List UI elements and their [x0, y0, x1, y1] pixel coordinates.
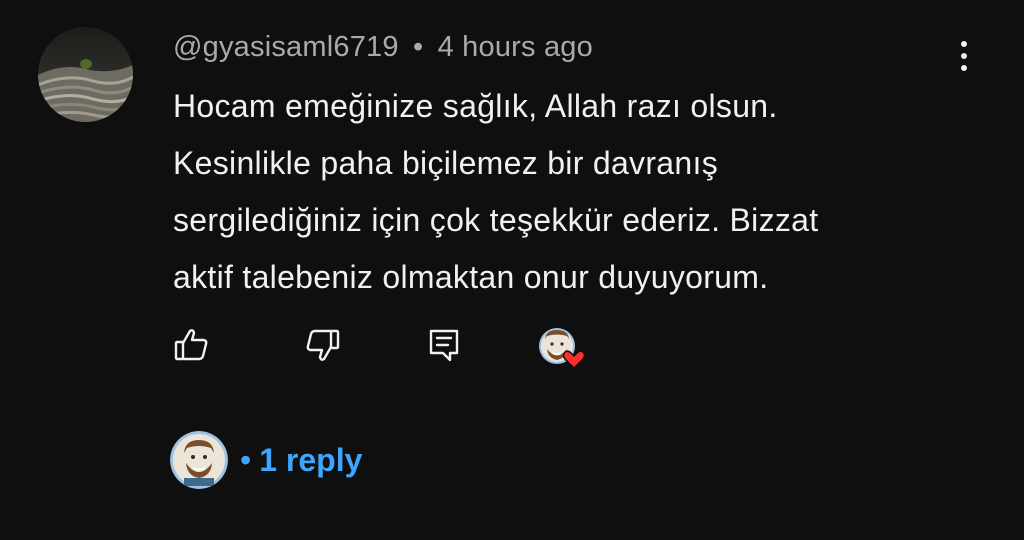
- like-button[interactable]: [172, 325, 212, 365]
- comment-line: sergilediğiniz için çok teşekkür ederiz.…: [173, 202, 819, 238]
- more-options-button[interactable]: [944, 36, 984, 76]
- vertical-dots-icon: [961, 41, 967, 71]
- reply-button[interactable]: [424, 325, 464, 365]
- comment-timestamp[interactable]: 4 hours ago: [438, 31, 593, 63]
- replies-label: 1 reply: [259, 441, 363, 478]
- comment-text: Hocam emeğinize sağlık, Allah razı olsun…: [173, 78, 973, 306]
- author-avatar-image: [38, 27, 133, 122]
- comment-line: Kesinlikle paha biçilemez bir davranış: [173, 145, 718, 181]
- replies-dot: •: [240, 441, 252, 478]
- comment-line: aktif talebeniz olmaktan onur duyuyorum.: [173, 259, 769, 295]
- author-handle[interactable]: @gyasisaml6719: [173, 31, 399, 63]
- replies-count[interactable]: • 1 reply: [240, 442, 362, 479]
- author-avatar[interactable]: [38, 27, 133, 122]
- comment-meta: @gyasisaml6719 • 4 hours ago: [173, 31, 593, 64]
- thumbs-down-icon: [306, 329, 340, 361]
- reply-author-avatar: [170, 431, 228, 489]
- reply-avatar-image: [170, 431, 228, 489]
- creator-heart-icon: [539, 328, 586, 370]
- comment-line: Hocam emeğinize sağlık, Allah razı olsun…: [173, 88, 778, 124]
- comment-reply-icon: [429, 329, 459, 362]
- meta-separator: •: [412, 31, 424, 63]
- view-replies-button[interactable]: • 1 reply: [170, 430, 362, 490]
- dislike-button[interactable]: [302, 325, 342, 365]
- creator-heart-badge: [530, 322, 590, 374]
- thumbs-up-icon: [174, 329, 208, 361]
- comment-thread: @gyasisaml6719 • 4 hours ago Hocam emeği…: [0, 0, 1024, 540]
